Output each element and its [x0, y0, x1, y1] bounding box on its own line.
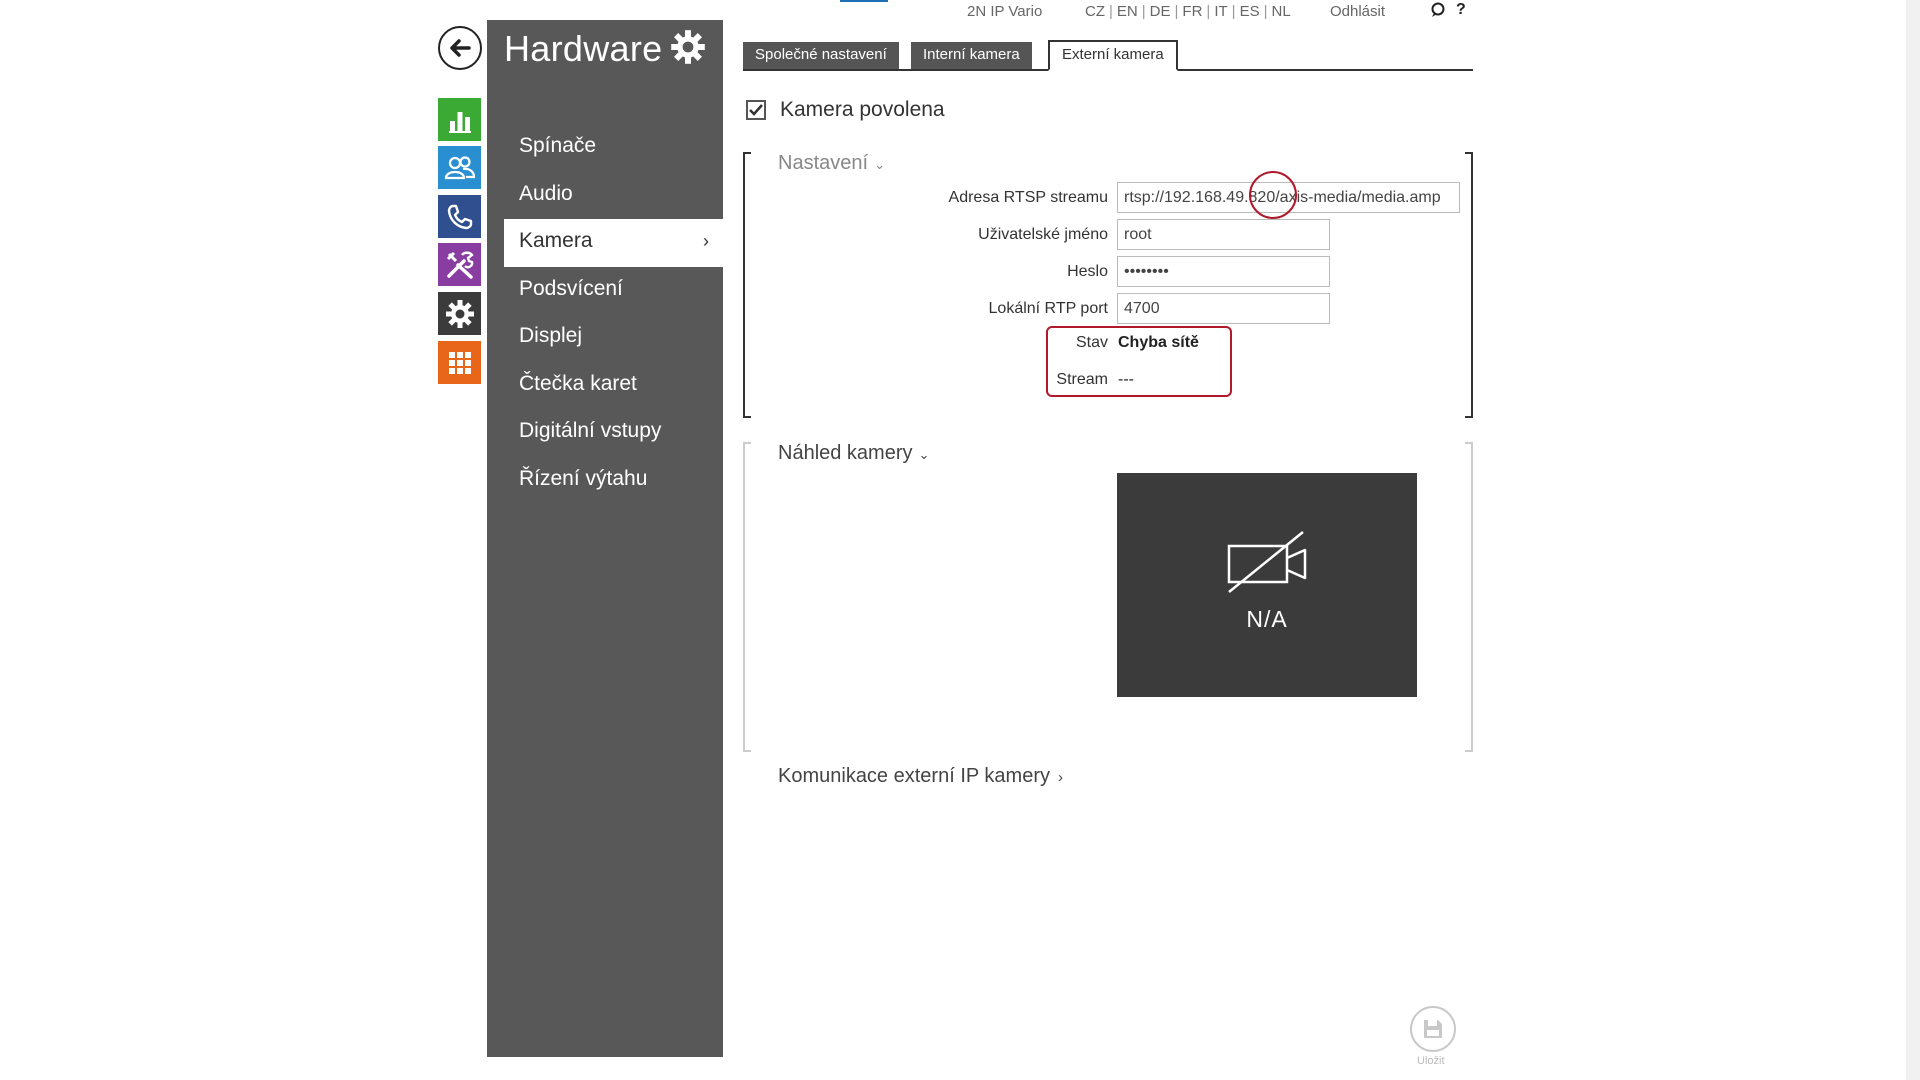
language-es[interactable]: ES — [1240, 3, 1260, 20]
services-tools-icon — [446, 251, 474, 279]
logout-link[interactable]: Odhlásit — [1330, 3, 1385, 20]
side-menu: Spínače Audio Kamera › Podsvícení Displej… — [487, 124, 723, 504]
rtsp-address-label: Adresa RTSP streamu — [948, 189, 1108, 206]
menu-item-rizeni-vytahu[interactable]: Řízení výtahu — [487, 457, 723, 505]
tab-interni-kamera[interactable]: Interní kamera — [911, 42, 1032, 69]
chevron-right-icon: › — [1057, 769, 1063, 786]
scrollbar[interactable] — [1906, 0, 1920, 1080]
settings-section-toggle[interactable]: Nastavení ⌄ — [778, 152, 885, 175]
status-chart-icon — [448, 111, 471, 133]
save-label: Uložit — [1417, 1055, 1445, 1067]
side-panel: Hardware Spínače Audio Kamera › Podsvícen… — [487, 20, 723, 1057]
camera-enabled-label: Kamera povolena — [780, 98, 945, 121]
username-input[interactable] — [1117, 219, 1330, 250]
language-nl[interactable]: NL — [1271, 3, 1290, 20]
language-de[interactable]: DE — [1150, 3, 1171, 20]
device-name: 2N IP Vario — [967, 3, 1043, 20]
chat-icon[interactable] — [1430, 2, 1446, 18]
help-icon[interactable]: ? — [1456, 1, 1466, 19]
language-fr[interactable]: FR — [1182, 3, 1202, 20]
section-bracket-left — [743, 152, 751, 418]
rtp-port-label: Lokální RTP port — [988, 300, 1108, 317]
rail-services-button[interactable] — [438, 243, 481, 286]
menu-item-audio[interactable]: Audio — [487, 172, 723, 220]
back-button[interactable] — [438, 26, 482, 70]
rail-status-button[interactable] — [438, 98, 481, 141]
preview-unavailable-text: N/A — [1246, 605, 1288, 632]
section-bracket-left — [743, 442, 751, 752]
rail-hardware-button[interactable] — [438, 292, 481, 335]
camera-off-icon — [1227, 530, 1307, 593]
preview-title: Náhled kamery — [778, 442, 913, 464]
chevron-right-icon: › — [703, 231, 709, 251]
language-switcher: CZ | EN | DE | FR | IT | ES | NL — [1085, 3, 1291, 20]
hardware-gear-icon — [445, 299, 474, 328]
tab-spolecne-nastaveni[interactable]: Společné nastavení — [743, 42, 899, 69]
menu-item-kamera[interactable]: Kamera › — [504, 219, 723, 267]
rail-calls-button[interactable] — [438, 195, 481, 238]
tab-externi-kamera[interactable]: Externí kamera — [1048, 40, 1178, 71]
section-bracket-right — [1465, 152, 1473, 418]
rtp-port-input[interactable] — [1117, 293, 1330, 324]
settings-title: Nastavení — [778, 152, 869, 174]
save-button[interactable] — [1410, 1006, 1456, 1052]
calls-phone-icon — [447, 204, 472, 229]
floppy-disk-icon — [1424, 1020, 1442, 1038]
system-grid-icon — [448, 351, 471, 374]
page-title: Hardware — [504, 28, 663, 69]
language-en[interactable]: EN — [1117, 3, 1138, 20]
password-label: Heslo — [1067, 263, 1108, 280]
menu-item-spinace[interactable]: Spínače — [487, 124, 723, 172]
external-comm-label: Komunikace externí IP kamery — [778, 765, 1050, 787]
annotation-circle — [1249, 171, 1297, 219]
external-camera-communication-toggle[interactable]: Komunikace externí IP kamery › — [778, 765, 1063, 788]
annotation-box — [1046, 326, 1232, 397]
checkbox-box[interactable] — [746, 100, 766, 120]
section-bracket-right — [1465, 442, 1473, 752]
chevron-down-icon: ⌄ — [918, 447, 930, 462]
menu-item-displej[interactable]: Displej — [487, 314, 723, 362]
camera-enabled-checkbox[interactable]: Kamera povolena — [746, 98, 945, 122]
top-bar: 2N IP Vario CZ | EN | DE | FR | IT | ES | NL O… — [0, 0, 1920, 22]
menu-item-label: Kamera — [519, 229, 593, 252]
camera-preview: N/A — [1117, 473, 1417, 697]
language-it[interactable]: IT — [1214, 3, 1227, 20]
menu-item-digitalni-vstupy[interactable]: Digitální vstupy — [487, 409, 723, 457]
checkmark-icon — [749, 104, 763, 116]
directory-users-icon — [444, 155, 475, 179]
password-input[interactable] — [1117, 256, 1330, 287]
username-label: Uživatelské jméno — [978, 226, 1108, 243]
chevron-down-icon: ⌄ — [874, 157, 885, 172]
tab-bar: Společné nastavení Interní kamera Extern… — [743, 40, 1473, 71]
top-accent-line — [840, 0, 888, 2]
language-cz[interactable]: CZ — [1085, 3, 1105, 20]
gear-icon — [671, 30, 705, 64]
rail-directory-button[interactable] — [438, 146, 481, 189]
menu-item-podsviceni[interactable]: Podsvícení — [487, 267, 723, 315]
menu-item-ctecka-karet[interactable]: Čtečka karet — [487, 362, 723, 410]
rail-system-button[interactable] — [438, 341, 481, 384]
back-arrow-icon — [450, 39, 471, 57]
preview-section-toggle[interactable]: Náhled kamery ⌄ — [778, 442, 929, 465]
